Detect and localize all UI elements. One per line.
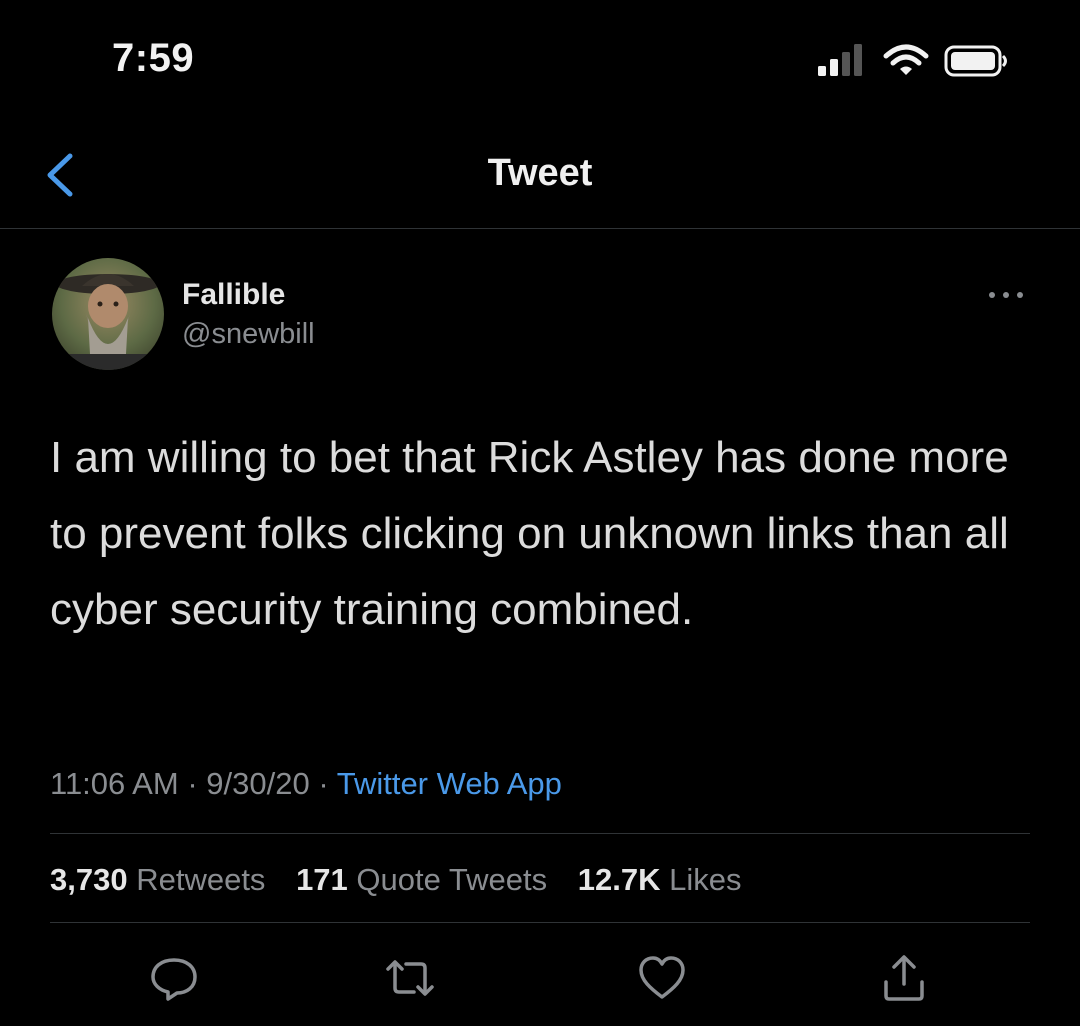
cellular-signal-icon [818, 44, 862, 76]
author-handle[interactable]: @snewbill [182, 318, 315, 351]
tweet-time: 11:06 AM [50, 766, 179, 801]
quote-tweets-label: Quote Tweets [356, 862, 548, 897]
more-options-button[interactable] [984, 280, 1028, 310]
wifi-icon [883, 44, 929, 75]
stats-divider-bottom [50, 922, 1030, 923]
avatar[interactable] [52, 258, 164, 370]
retweets-count: 3,730 [50, 862, 128, 897]
quote-tweets-count: 171 [296, 862, 348, 897]
page-title: Tweet [487, 152, 593, 194]
share-button[interactable] [878, 952, 930, 1004]
stats-divider-top [50, 833, 1030, 834]
meta-separator: · [187, 766, 198, 801]
likes-label: Likes [669, 862, 742, 897]
nav-divider [0, 228, 1080, 229]
battery-icon [944, 45, 1007, 77]
retweet-icon [386, 960, 434, 996]
status-time: 7:59 [112, 36, 195, 80]
like-icon [639, 956, 685, 999]
meta-separator: · [318, 766, 329, 801]
quote-tweets-stat[interactable]: 171 Quote Tweets [296, 862, 547, 897]
retweets-label: Retweets [136, 862, 266, 897]
more-dots-icon [989, 292, 1023, 298]
avatar-photo [52, 258, 164, 370]
likes-stat[interactable]: 12.7K Likes [578, 862, 742, 897]
share-icon [884, 955, 924, 1001]
author-name[interactable]: Fallible [182, 278, 285, 312]
retweet-button[interactable] [384, 952, 436, 1004]
reply-icon [151, 958, 197, 1001]
tweet-source-link[interactable]: Twitter Web App [337, 766, 562, 801]
retweets-stat[interactable]: 3,730 Retweets [50, 862, 265, 897]
likes-count: 12.7K [577, 862, 661, 897]
status-icons [818, 44, 1018, 84]
tweet-date: 9/30/20 [206, 766, 310, 801]
tweet-text: I am willing to bet that Rick Astley has… [50, 433, 1009, 634]
reply-button[interactable] [148, 952, 200, 1004]
tweet-meta: 11:06 AM · 9/30/20 · Twitter Web App [50, 766, 562, 802]
tweet-stats: 3,730 Retweets 171 Quote Tweets 12.7K Li… [50, 862, 764, 898]
like-button[interactable] [636, 952, 688, 1004]
